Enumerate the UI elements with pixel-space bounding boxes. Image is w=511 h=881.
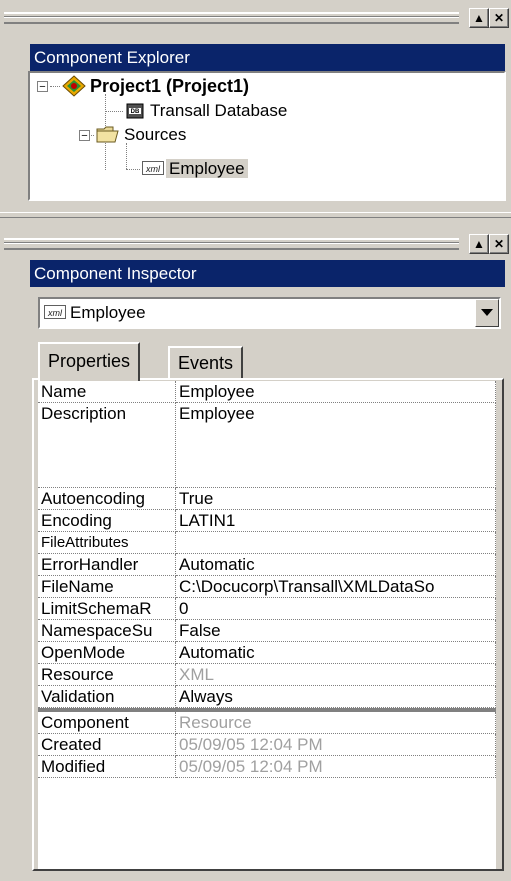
property-value[interactable]: False (175, 619, 496, 642)
property-name: OpenMode (38, 641, 176, 664)
property-table: Name Employee Description Employee Autoe… (38, 381, 496, 778)
inspector-grip-bar[interactable]: ▲ ✕ (0, 232, 511, 254)
tree-item-project[interactable]: Project1 (Project1) (90, 75, 249, 97)
property-name: NamespaceSu (38, 619, 176, 642)
property-name: Created (38, 733, 176, 756)
property-name: Resource (38, 663, 176, 686)
tab-label: Events (178, 353, 234, 373)
property-row-created: Created 05/09/05 12:04 PM (38, 733, 496, 756)
property-name: Autoencoding (38, 487, 176, 510)
explorer-tree: − Project1 (Project1) DB Transall Databa… (28, 71, 506, 201)
property-name: Component (38, 712, 176, 734)
property-value[interactable]: Always (175, 685, 496, 708)
property-value[interactable]: LATIN1 (175, 509, 496, 532)
collapse-toggle[interactable]: − (79, 130, 90, 142)
property-value[interactable]: 0 (175, 597, 496, 620)
tab-events[interactable]: Events (168, 346, 244, 378)
property-row-openmode[interactable]: OpenMode Automatic (38, 641, 496, 664)
property-value[interactable]: C:\Docucorp\Transall\XMLDataSo (175, 575, 496, 598)
property-row-component: Component Resource (38, 712, 496, 734)
explorer-title: Component Explorer (30, 44, 505, 71)
tree-item-label: Employee (166, 159, 248, 178)
pane-splitter[interactable] (0, 212, 511, 218)
property-value: XML (175, 663, 496, 686)
tree-item-label: Transall Database (150, 101, 288, 120)
tree-line (105, 111, 123, 112)
tree-item-label: Sources (124, 125, 187, 144)
tree-item-employee[interactable]: Employee (166, 158, 248, 180)
tree-line (126, 169, 140, 170)
property-name: Validation (38, 685, 176, 708)
property-name: Modified (38, 755, 176, 778)
property-name: Name (38, 381, 176, 403)
property-row-resource[interactable]: Resource XML (38, 663, 496, 686)
tree-item-sources[interactable]: Sources (124, 124, 186, 146)
property-value: 05/09/05 12:04 PM (175, 755, 496, 778)
property-value[interactable]: Automatic (175, 553, 496, 576)
collapse-toggle[interactable]: − (37, 81, 48, 93)
property-name: Encoding (38, 509, 176, 532)
svg-text:xml: xml (145, 164, 161, 174)
property-row-autoencoding[interactable]: Autoencoding True (38, 487, 496, 510)
property-value[interactable] (175, 531, 496, 554)
explorer-grip-bar[interactable]: ▲ ✕ (0, 6, 511, 28)
dropdown-button[interactable] (475, 299, 499, 327)
drag-grip[interactable] (4, 238, 459, 250)
tree-line (126, 143, 127, 169)
property-name: ErrorHandler (38, 553, 176, 576)
property-name: LimitSchemaR (38, 597, 176, 620)
tab-label: Properties (48, 351, 131, 371)
chevron-down-icon (481, 309, 493, 316)
component-explorer-pane: ▲ ✕ Component Explorer − Project1 (Proje… (0, 0, 511, 212)
property-row-filename[interactable]: FileName C:\Docucorp\Transall\XMLDataSo (38, 575, 496, 598)
property-value: Resource (175, 712, 496, 734)
xml-icon: xml (44, 304, 66, 325)
property-row-modified: Modified 05/09/05 12:04 PM (38, 755, 496, 778)
property-name: FileAttributes (38, 531, 176, 554)
project-icon (62, 75, 86, 102)
property-value[interactable]: True (175, 487, 496, 510)
tree-item-transall-database[interactable]: Transall Database (150, 100, 287, 122)
property-row-description[interactable]: Description Employee (38, 402, 496, 488)
property-row-errorhandler[interactable]: ErrorHandler Automatic (38, 553, 496, 576)
tab-properties[interactable]: Properties (38, 342, 141, 381)
property-row-validation[interactable]: Validation Always (38, 685, 496, 708)
property-name: Description (38, 402, 176, 488)
xml-icon: xml (142, 160, 164, 181)
property-grid: Name Employee Description Employee Autoe… (38, 381, 496, 869)
property-row-namespacesu[interactable]: NamespaceSu False (38, 619, 496, 642)
svg-text:DB: DB (131, 109, 140, 115)
folder-icon (96, 124, 120, 149)
close-button[interactable]: ✕ (489, 234, 509, 254)
property-row-name[interactable]: Name Employee (38, 381, 496, 403)
close-button[interactable]: ✕ (489, 8, 509, 28)
svg-text:xml: xml (47, 308, 63, 318)
property-row-encoding[interactable]: Encoding LATIN1 (38, 509, 496, 532)
property-row-fileattributes[interactable]: FileAttributes (38, 531, 496, 554)
property-value[interactable]: Employee (175, 402, 496, 488)
component-select-value: Employee (70, 303, 146, 322)
maximize-button[interactable]: ▲ (469, 8, 489, 28)
inspector-title: Component Inspector (30, 260, 505, 287)
database-icon: DB (126, 102, 144, 125)
property-row-limitschemar[interactable]: LimitSchemaR 0 (38, 597, 496, 620)
drag-grip[interactable] (4, 12, 459, 24)
property-value[interactable]: Automatic (175, 641, 496, 664)
tree-line (50, 86, 60, 87)
tree-item-label: Project1 (Project1) (90, 76, 250, 96)
property-value: 05/09/05 12:04 PM (175, 733, 496, 756)
component-select[interactable]: xml Employee (38, 297, 501, 329)
property-value[interactable]: Employee (175, 381, 496, 403)
property-name: FileName (38, 575, 176, 598)
maximize-button[interactable]: ▲ (469, 234, 489, 254)
